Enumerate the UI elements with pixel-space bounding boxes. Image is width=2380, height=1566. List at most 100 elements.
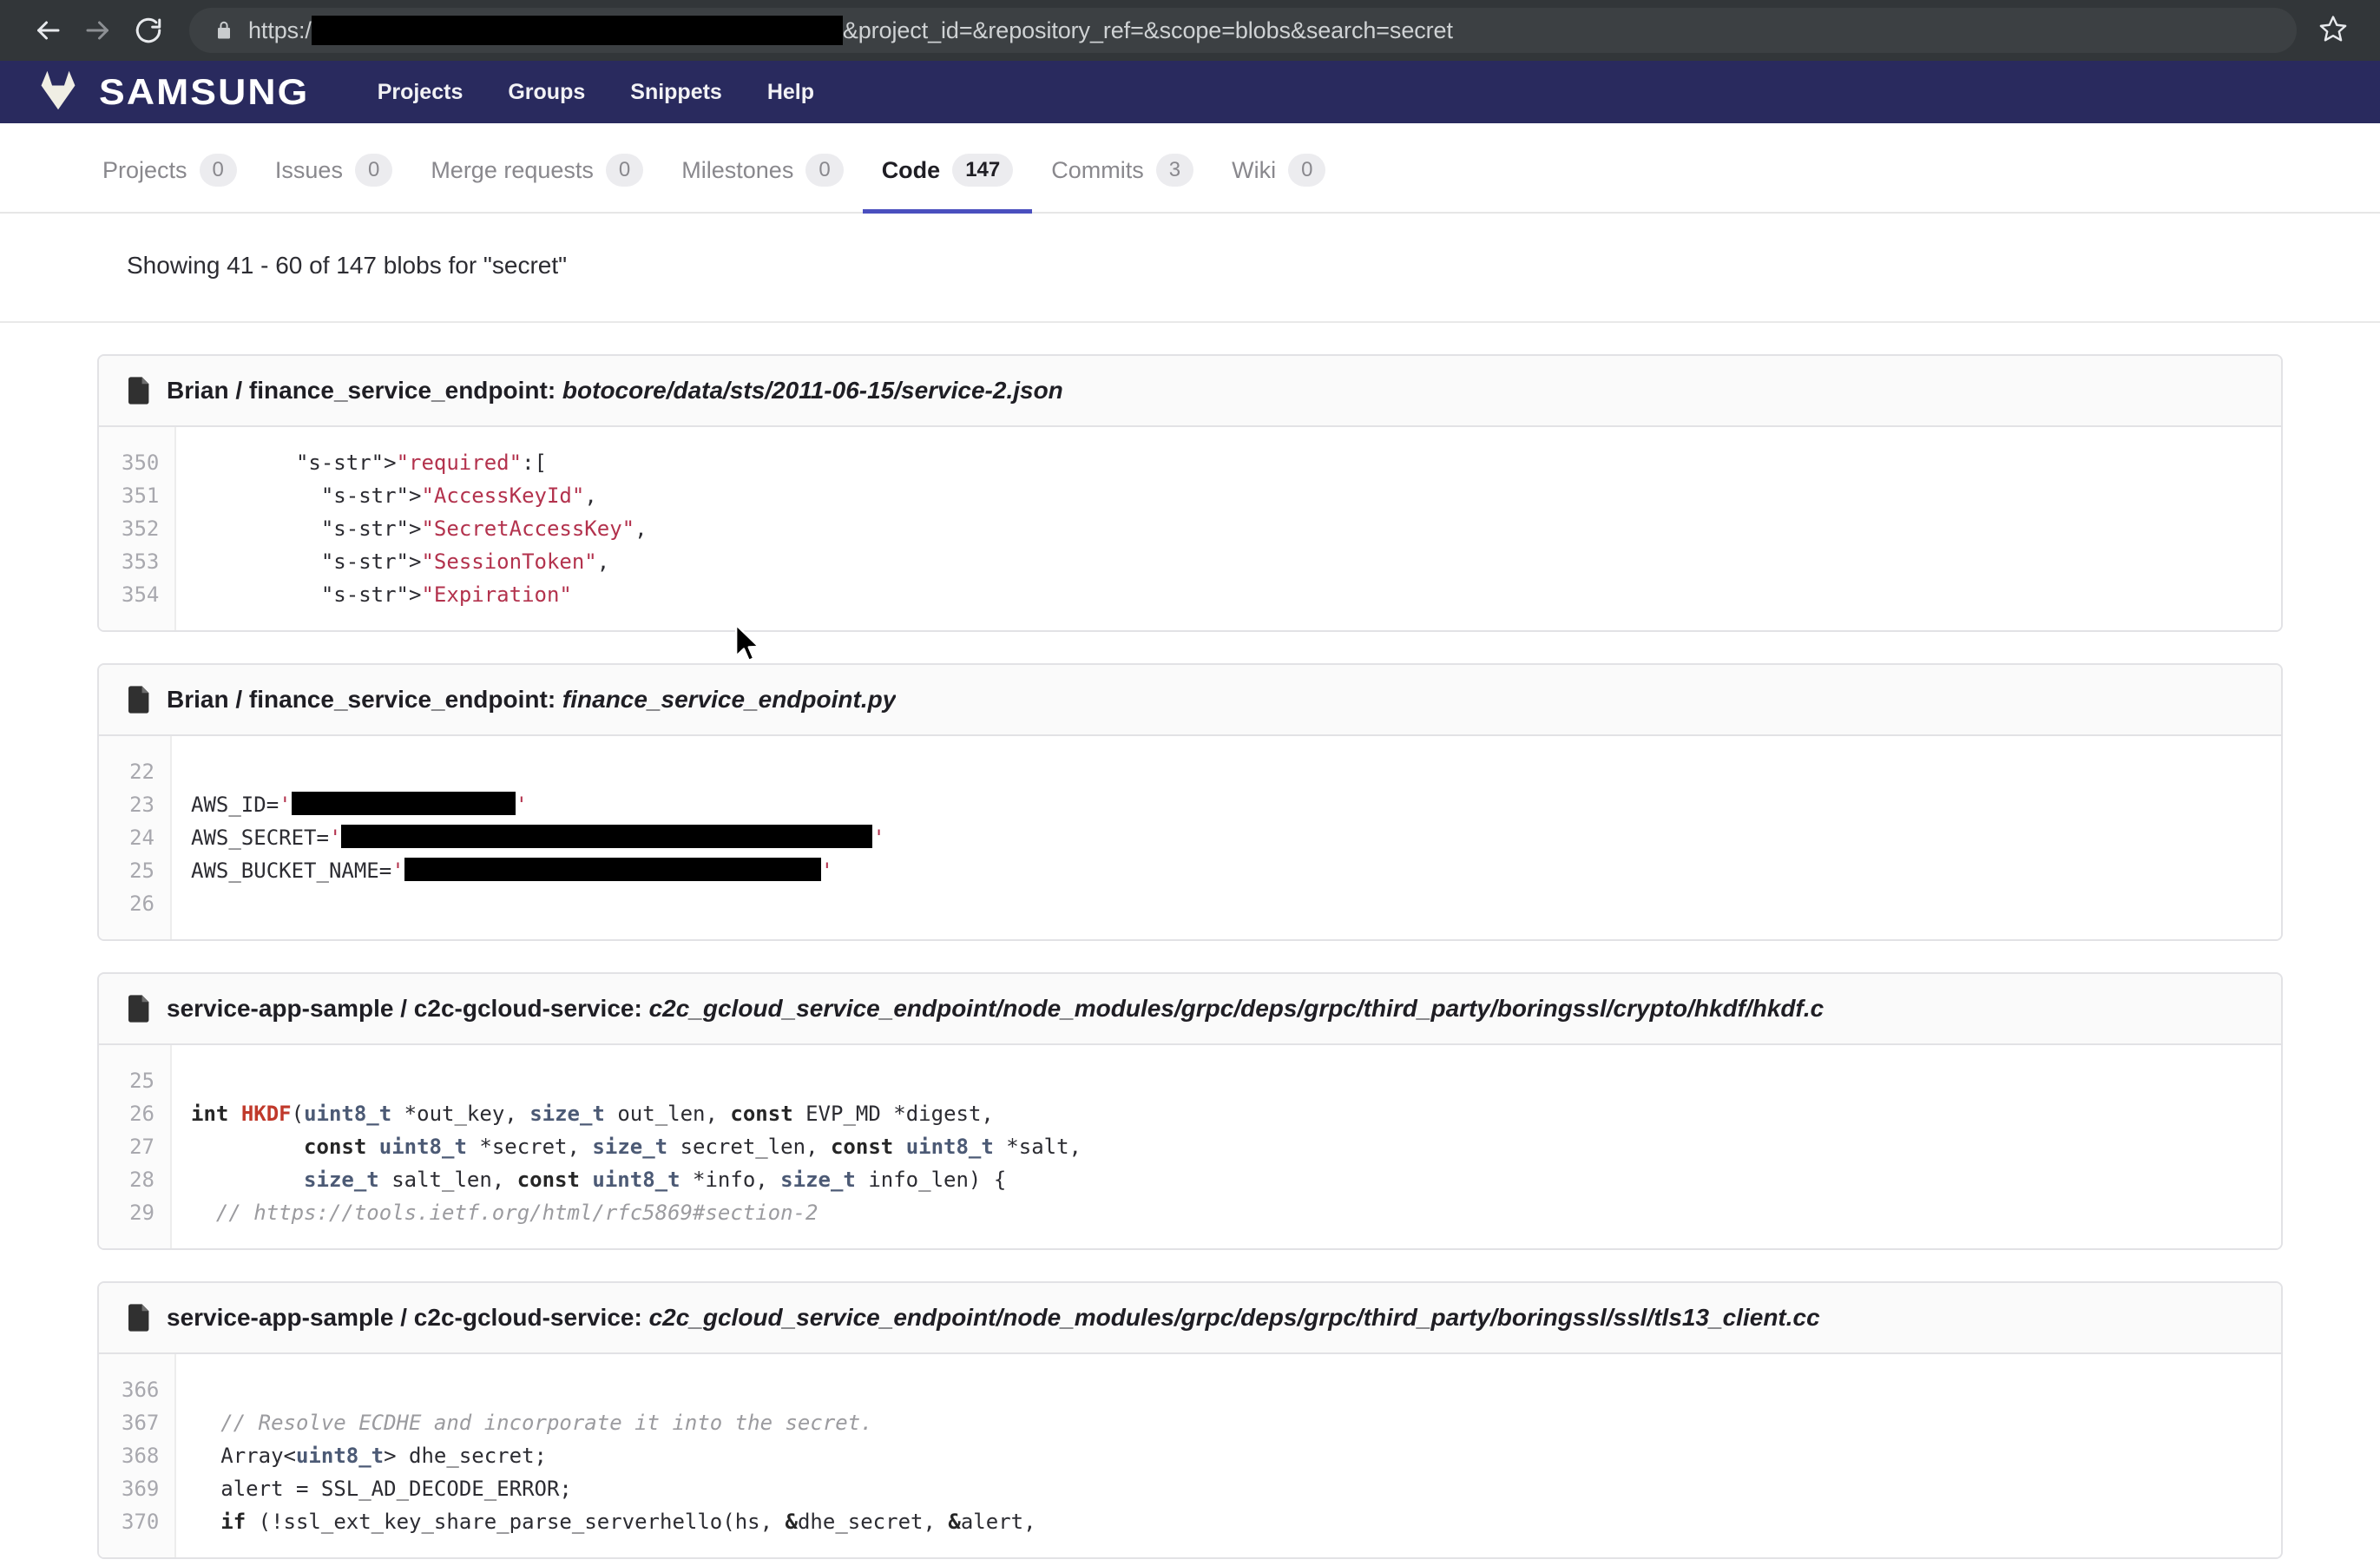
bookmark-button[interactable]	[2309, 6, 2357, 55]
arrow-left-icon	[32, 15, 63, 46]
tab-count-badge: 0	[805, 154, 843, 187]
result-path: botocore/data/sts/2011-06-15/service-2.j…	[562, 377, 1063, 404]
code-line: alert = SSL_AD_DECODE_ERROR;	[195, 1472, 2281, 1505]
forward-button[interactable]	[73, 5, 123, 56]
line-number-gutter: 350351352353354	[99, 427, 176, 630]
back-button[interactable]	[23, 5, 73, 56]
result-repo: Brian / finance_service_endpoint:	[167, 377, 556, 404]
result-repo: service-app-sample / c2c-gcloud-service:	[167, 995, 642, 1022]
result-path: finance_service_endpoint.py	[562, 686, 896, 713]
result-card[interactable]: service-app-sample / c2c-gcloud-service:…	[97, 1281, 2283, 1559]
tab-wiki[interactable]: Wiki0	[1213, 154, 1345, 214]
code-line: int HKDF(uint8_t *out_key, size_t out_le…	[191, 1097, 2281, 1130]
result-header[interactable]: Brian / finance_service_endpoint: botoco…	[99, 356, 2281, 427]
url-prefix: https:/	[248, 17, 312, 44]
file-icon	[128, 995, 151, 1023]
line-number: 367	[99, 1406, 174, 1439]
line-number: 351	[99, 479, 174, 512]
result-title: Brian / finance_service_endpoint: botoco…	[167, 377, 1063, 405]
search-results-page: Projects0Issues0Merge requests0Milestone…	[0, 123, 2380, 1566]
result-header[interactable]: Brian / finance_service_endpoint: financ…	[99, 665, 2281, 736]
brand-text: SAMSUNG	[99, 74, 309, 110]
file-icon	[128, 1304, 151, 1332]
topnav-link-projects[interactable]: Projects	[355, 80, 486, 105]
code-lines: int HKDF(uint8_t *out_key, size_t out_le…	[172, 1045, 2281, 1248]
code-line: // https://tools.ietf.org/html/rfc5869#s…	[191, 1196, 2281, 1229]
line-number: 368	[99, 1439, 174, 1472]
line-number: 24	[99, 821, 170, 854]
result-path: c2c_gcloud_service_endpoint/node_modules…	[649, 1304, 1820, 1331]
file-icon	[128, 686, 151, 714]
code-line: "s-str">"Expiration"	[195, 578, 2281, 611]
code-line: // Resolve ECDHE and incorporate it into…	[195, 1406, 2281, 1439]
tab-count-badge: 0	[606, 154, 643, 187]
tab-issues[interactable]: Issues0	[256, 154, 411, 214]
reload-icon	[133, 15, 164, 46]
tab-count-badge: 0	[200, 154, 237, 187]
result-card[interactable]: Brian / finance_service_endpoint: financ…	[97, 663, 2283, 941]
tab-label: Projects	[102, 157, 187, 184]
tab-milestones[interactable]: Milestones 0	[662, 154, 862, 214]
line-number: 370	[99, 1505, 174, 1538]
result-card[interactable]: Brian / finance_service_endpoint: botoco…	[97, 354, 2283, 632]
code-lines: AWS_ID=''AWS_SECRET=''AWS_BUCKET_NAME=''	[172, 736, 2281, 939]
line-number: 366	[99, 1373, 174, 1406]
code-line	[191, 1064, 2281, 1097]
tab-label: Code	[882, 157, 941, 184]
tab-label: Commits	[1051, 157, 1144, 184]
lock-icon	[214, 18, 234, 43]
topnav-links: Projects Groups Snippets Help	[355, 80, 837, 105]
search-scope-tabs: Projects0Issues0Merge requests0Milestone…	[0, 123, 2380, 214]
line-number: 350	[99, 446, 174, 479]
code-line	[191, 755, 2281, 788]
tab-label: Merge requests	[431, 157, 594, 184]
browser-toolbar: https:/ &project_id=&repository_ref=&scop…	[0, 0, 2380, 61]
line-number-gutter: 2223242526	[99, 736, 172, 939]
line-number: 28	[99, 1163, 170, 1196]
url-suffix: &project_id=&repository_ref=&scope=blobs…	[843, 17, 1453, 44]
topnav-link-snippets[interactable]: Snippets	[608, 80, 745, 105]
code-snippet: 2526272829 int HKDF(uint8_t *out_key, si…	[99, 1045, 2281, 1248]
line-number-gutter: 2526272829	[99, 1045, 172, 1248]
topnav-link-help[interactable]: Help	[745, 80, 837, 105]
line-number: 22	[99, 755, 170, 788]
tab-code[interactable]: Code147	[863, 154, 1033, 214]
line-number-gutter: 366367368369370	[99, 1354, 176, 1557]
code-lines: "s-str">"required":[ "s-str">"AccessKeyI…	[176, 427, 2281, 630]
line-number: 369	[99, 1472, 174, 1505]
reload-button[interactable]	[123, 5, 174, 56]
tab-commits[interactable]: Commits 3	[1032, 154, 1213, 214]
code-line: AWS_SECRET=''	[191, 821, 2281, 854]
topnav-link-groups[interactable]: Groups	[485, 80, 608, 105]
brand-logo[interactable]: SAMSUNG	[36, 69, 298, 116]
tab-merge-requests[interactable]: Merge requests 0	[411, 154, 662, 214]
result-title: service-app-sample / c2c-gcloud-service:…	[167, 995, 1824, 1023]
address-bar[interactable]: https:/ &project_id=&repository_ref=&scop…	[189, 8, 2297, 53]
url-redaction-bar	[312, 16, 843, 45]
code-line	[195, 1373, 2281, 1406]
tab-count-badge: 3	[1156, 154, 1193, 187]
showing-text: Showing 41 - 60 of 147 blobs for "secret…	[97, 214, 2283, 321]
showing-bar: Showing 41 - 60 of 147 blobs for "secret…	[0, 214, 2380, 323]
line-number: 352	[99, 512, 174, 545]
code-snippet: 366367368369370 // Resolve ECDHE and inc…	[99, 1354, 2281, 1557]
tab-projects[interactable]: Projects 0	[97, 154, 256, 214]
result-repo: service-app-sample / c2c-gcloud-service:	[167, 1304, 642, 1331]
code-line: Array<uint8_t> dhe_secret;	[195, 1439, 2281, 1472]
line-number: 23	[99, 788, 170, 821]
code-line	[191, 887, 2281, 920]
result-title: service-app-sample / c2c-gcloud-service:…	[167, 1304, 1820, 1332]
code-lines: // Resolve ECDHE and incorporate it into…	[176, 1354, 2281, 1557]
result-card[interactable]: service-app-sample / c2c-gcloud-service:…	[97, 972, 2283, 1250]
tab-count-badge: 0	[1288, 154, 1325, 187]
result-header[interactable]: service-app-sample / c2c-gcloud-service:…	[99, 974, 2281, 1045]
line-number: 26	[99, 1097, 170, 1130]
result-title: Brian / finance_service_endpoint: financ…	[167, 686, 896, 714]
code-line: "s-str">"required":[	[195, 446, 2281, 479]
url-text: https:/ &project_id=&repository_ref=&scop…	[248, 16, 1453, 45]
result-header[interactable]: service-app-sample / c2c-gcloud-service:…	[99, 1283, 2281, 1354]
result-repo: Brian / finance_service_endpoint:	[167, 686, 556, 713]
code-line: const uint8_t *secret, size_t secret_len…	[191, 1130, 2281, 1163]
tab-label: Milestones	[681, 157, 793, 184]
line-number: 25	[99, 1064, 170, 1097]
